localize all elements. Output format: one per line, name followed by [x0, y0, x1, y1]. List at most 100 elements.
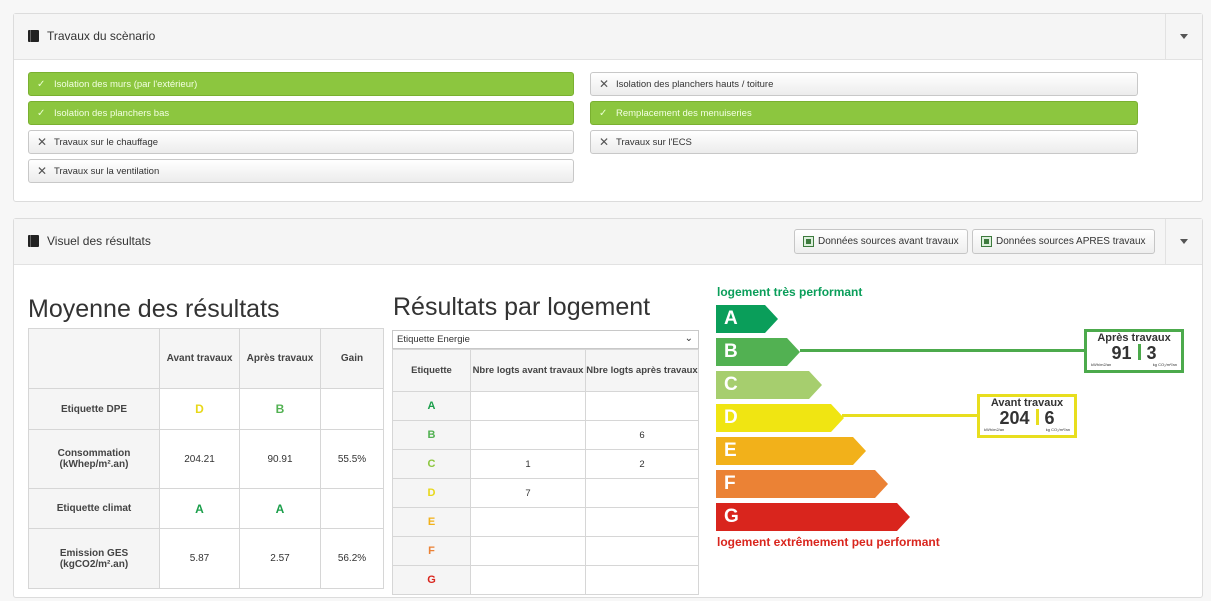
spreadsheet-icon [981, 236, 992, 247]
before-marker-line [842, 414, 977, 417]
column-header [28, 328, 160, 389]
before-works-marker: Avant travaux 204 6 kWh/m2/an kg CO₂/m²/… [977, 394, 1077, 438]
table-cell [470, 391, 586, 421]
table-cell: 2 [585, 449, 699, 479]
book-icon [28, 235, 39, 247]
work-toggle-button[interactable]: ✕ Isolation des planchers hauts / toiture [590, 72, 1138, 96]
work-toggle-button[interactable]: ✕ Travaux sur l'ECS [590, 130, 1138, 154]
spreadsheet-icon [803, 236, 814, 247]
check-icon: ✓ [37, 78, 46, 90]
marker-separator [1137, 344, 1141, 360]
column-header: Etiquette [392, 349, 471, 392]
table-cell [585, 507, 699, 537]
table-cell [470, 507, 586, 537]
table-row: A [392, 391, 699, 421]
table-cell: 55.5% [320, 429, 384, 489]
work-toggle-label: Travaux sur la ventilation [54, 165, 160, 177]
work-toggle-button[interactable]: ✓ Isolation des murs (par l'extérieur) [28, 72, 574, 96]
table-row: E [392, 507, 699, 537]
ges-value: 6 [1044, 408, 1055, 428]
row-label: Etiquette DPE [28, 388, 160, 430]
table-cell: 7 [470, 478, 586, 508]
scenario-panel: Travaux du scènario ✓ Isolation des murs … [13, 13, 1203, 202]
row-label: Etiquette climat [28, 488, 160, 529]
table-cell: B [239, 388, 321, 430]
table-cell [585, 536, 699, 566]
table-row: Consommation (kWhep/m².an) 204.21 90.91 55.… [28, 429, 384, 489]
work-toggle-label: Remplacement des menuiseries [616, 107, 752, 119]
table-cell [470, 565, 586, 595]
table-row: F [392, 536, 699, 566]
column-header: Nbre logts avant travaux [470, 349, 586, 392]
scale-top-label: logement très performant [717, 285, 863, 299]
table-row: Emission GES (kgCO2/m².an) 5.87 2.57 56.2% [28, 528, 384, 589]
column-header: Avant travaux [159, 328, 240, 389]
table-cell [470, 420, 586, 450]
work-toggle-label: Travaux sur l'ECS [616, 136, 692, 148]
table-cell: 90.91 [239, 429, 321, 489]
work-toggle-label: Travaux sur le chauffage [54, 136, 159, 148]
table-row: Etiquette DPE D B [28, 388, 384, 430]
collapse-toggle[interactable] [1165, 219, 1202, 264]
label-type-select[interactable]: Etiquette Energie ⌄ [392, 330, 699, 349]
energy-class-label: G [392, 565, 471, 595]
energy-class-bar-a: A [716, 305, 778, 333]
ges-value: 3 [1146, 343, 1157, 363]
table-cell [585, 565, 699, 595]
work-toggle-button[interactable]: ✓ Remplacement des menuiseries [590, 101, 1138, 125]
energy-class-label: A [392, 391, 471, 421]
table-cell [585, 391, 699, 421]
cross-icon: ✕ [37, 164, 48, 178]
work-toggle-label: Isolation des planchers bas [54, 107, 170, 119]
after-works-marker: Après travaux 91 3 kWh/m2/an kg CO₂/m²/a… [1084, 329, 1184, 373]
energy-class-bar-e: E [716, 437, 866, 465]
energy-class-bar-b: B [716, 338, 800, 366]
scenario-panel-header: Travaux du scènario [14, 14, 1202, 60]
table-row: G [392, 565, 699, 595]
column-header: Après travaux [239, 328, 321, 389]
table-cell: 2.57 [239, 528, 321, 589]
table-cell: A [159, 488, 240, 529]
collapse-toggle[interactable] [1165, 14, 1202, 59]
table-cell [320, 488, 384, 529]
energy-class-label: C [392, 449, 471, 479]
scenario-panel-title: Travaux du scènario [47, 29, 156, 43]
energy-class-label: E [392, 507, 471, 537]
energy-class-label: D [392, 478, 471, 508]
per-unit-results-heading: Résultats par logement [393, 293, 651, 321]
energy-value: 204 [999, 408, 1030, 428]
column-header: Nbre logts après travaux [585, 349, 699, 392]
energy-class-bar-c: C [716, 371, 822, 399]
energy-class-bar-g: G [716, 503, 910, 531]
cross-icon: ✕ [599, 77, 610, 91]
table-cell: 204.21 [159, 429, 240, 489]
work-toggle-button[interactable]: ✕ Travaux sur le chauffage [28, 130, 574, 154]
source-data-before-button[interactable]: Données sources avant travaux [794, 229, 968, 254]
table-row: D7 [392, 478, 699, 508]
cross-icon: ✕ [37, 135, 48, 149]
energy-class-bar-d: D [716, 404, 844, 432]
table-cell: A [239, 488, 321, 529]
table-cell: D [159, 388, 240, 430]
work-toggle-button[interactable]: ✕ Travaux sur la ventilation [28, 159, 574, 183]
scale-bottom-label: logement extrêmement peu performant [717, 535, 940, 549]
check-icon: ✓ [37, 107, 46, 119]
table-row: C12 [392, 449, 699, 479]
table-cell [320, 388, 384, 430]
row-label: Emission GES (kgCO2/m².an) [28, 528, 160, 589]
chevron-down-icon: ⌄ [684, 333, 693, 344]
table-row: B6 [392, 420, 699, 450]
table-cell: 56.2% [320, 528, 384, 589]
source-data-after-button[interactable]: Données sources APRES travaux [972, 229, 1155, 254]
average-results-table: Avant travaux Après travaux Gain Etiquet… [28, 328, 384, 589]
energy-class-label: B [392, 420, 471, 450]
energy-value: 91 [1111, 343, 1132, 363]
table-cell [585, 478, 699, 508]
results-panel-title: Visuel des résultats [47, 234, 151, 248]
work-toggle-button[interactable]: ✓ Isolation des planchers bas [28, 101, 574, 125]
caret-down-icon [1180, 34, 1188, 39]
marker-separator [1035, 409, 1039, 425]
energy-class-label: F [392, 536, 471, 566]
row-label: Consommation (kWhep/m².an) [28, 429, 160, 489]
energy-class-bar-f: F [716, 470, 888, 498]
